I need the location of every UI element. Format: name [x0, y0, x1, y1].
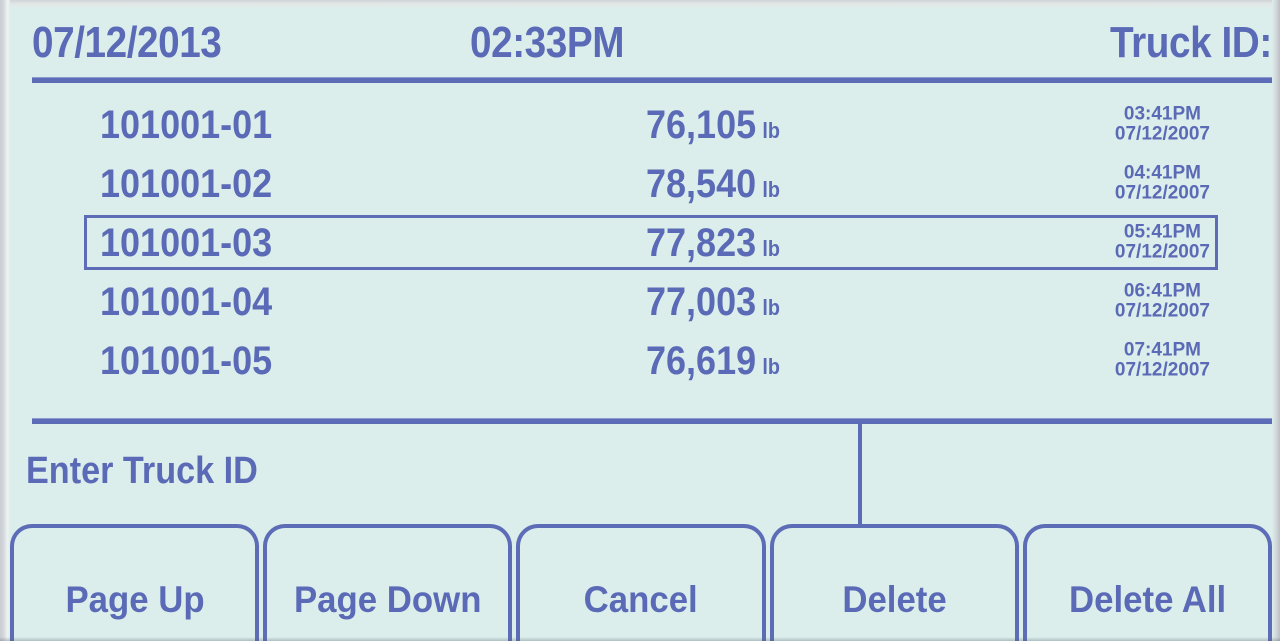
row-weight-value: 76,619	[646, 338, 757, 383]
header-divider	[32, 77, 1272, 83]
row-weight-value: 77,003	[646, 279, 757, 324]
bezel-top-edge	[0, 0, 1280, 9]
row-timestamp: 06:41PM 07/12/2007	[1114, 279, 1210, 322]
entry-prompt-label: Enter Truck ID	[26, 450, 258, 492]
truck-id-label: Truck ID:	[1110, 18, 1272, 67]
row-weight-value: 77,823	[646, 220, 757, 265]
softkey-label: Delete All	[1068, 578, 1227, 620]
page-down-button[interactable]: Page Down	[263, 524, 513, 641]
row-weight: 77,823 lb	[646, 223, 780, 263]
row-weight-unit: lb	[762, 294, 781, 320]
delete-all-button[interactable]: Delete All	[1022, 524, 1273, 641]
row-timestamp-time: 05:41PM	[1123, 220, 1201, 242]
row-timestamp: 05:41PM 07/12/2007	[1114, 220, 1210, 263]
entry-section-divider	[32, 418, 1272, 424]
row-timestamp-date: 07/12/2007	[1114, 359, 1210, 381]
row-truck-id: 101001-01	[100, 102, 273, 147]
softkey-label: Delete	[842, 578, 947, 620]
header-bar: 07/12/2013 02:33PM Truck ID:	[10, 9, 1272, 77]
truck-record-list[interactable]: 101001-01 76,105 lb 03:41PM 07/12/2007 101001…	[10, 95, 1272, 390]
current-time: 02:33PM	[470, 18, 625, 67]
row-weight-value: 76,105	[646, 102, 757, 147]
row-timestamp-time: 06:41PM	[1123, 279, 1201, 301]
row-truck-id: 101001-02	[100, 161, 273, 206]
row-weight-unit: lb	[762, 117, 781, 143]
softkey-label: Cancel	[583, 578, 699, 620]
row-timestamp-date: 07/12/2007	[1114, 300, 1210, 322]
table-row[interactable]: 101001-03 77,823 lb 05:41PM 07/12/2007	[10, 213, 1272, 272]
current-date: 07/12/2013	[32, 18, 222, 67]
scale-terminal-screen: 07/12/2013 02:33PM Truck ID: 101001-01 76…	[0, 0, 1280, 641]
delete-button[interactable]: Delete	[769, 524, 1019, 641]
row-timestamp-time: 03:41PM	[1123, 102, 1201, 124]
row-timestamp-time: 04:41PM	[1123, 161, 1201, 183]
row-timestamp: 03:41PM 07/12/2007	[1114, 102, 1210, 145]
row-weight: 77,003 lb	[646, 282, 780, 322]
row-timestamp: 04:41PM 07/12/2007	[1114, 161, 1210, 204]
page-up-button[interactable]: Page Up	[10, 524, 260, 641]
table-row[interactable]: 101001-02 78,540 lb 04:41PM 07/12/2007	[10, 154, 1272, 213]
row-truck-id: 101001-05	[100, 338, 273, 383]
row-timestamp-date: 07/12/2007	[1114, 123, 1210, 145]
row-weight-unit: lb	[762, 176, 781, 202]
table-row[interactable]: 101001-05 76,619 lb 07:41PM 07/12/2007	[10, 331, 1272, 390]
row-weight: 76,105 lb	[646, 105, 780, 145]
table-row[interactable]: 101001-04 77,003 lb 06:41PM 07/12/2007	[10, 272, 1272, 331]
bezel-right-edge	[1272, 0, 1280, 641]
softkey-label: Page Up	[65, 578, 205, 620]
table-row[interactable]: 101001-01 76,105 lb 03:41PM 07/12/2007	[10, 95, 1272, 154]
row-weight: 78,540 lb	[646, 164, 780, 204]
row-weight-unit: lb	[762, 353, 781, 379]
row-truck-id: 101001-04	[100, 279, 273, 324]
row-weight-value: 78,540	[646, 161, 757, 206]
row-timestamp-date: 07/12/2007	[1114, 182, 1210, 204]
row-weight: 76,619 lb	[646, 341, 780, 381]
row-truck-id: 101001-03	[100, 220, 273, 265]
cancel-button[interactable]: Cancel	[516, 524, 766, 641]
softkey-button-bar: Page Up Page Down Cancel Delete Delete All	[10, 524, 1273, 641]
bezel-left-edge	[0, 0, 10, 641]
row-timestamp-time: 07:41PM	[1123, 338, 1201, 360]
row-timestamp: 07:41PM 07/12/2007	[1114, 338, 1210, 381]
entry-field-divider	[858, 423, 862, 537]
softkey-label: Page Down	[294, 578, 482, 620]
row-timestamp-date: 07/12/2007	[1114, 241, 1210, 263]
row-weight-unit: lb	[762, 235, 781, 261]
